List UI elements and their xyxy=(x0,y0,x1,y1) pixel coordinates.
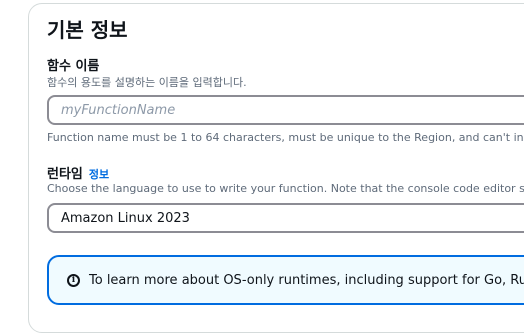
function-name-label: 함수 이름 xyxy=(47,59,100,74)
runtime-label-row: 런타임 정보 xyxy=(47,163,109,182)
function-name-input[interactable]: myFunctionName xyxy=(47,95,524,125)
alert-text: To learn more about OS-only runtimes, in… xyxy=(89,272,524,288)
info-alert: i To learn more about OS-only runtimes, … xyxy=(47,255,524,305)
runtime-description: Choose the language to use to write your… xyxy=(47,182,524,195)
function-name-description: 함수의 용도를 설명하는 이름을 입력합니다. xyxy=(47,76,247,89)
section-title: 기본 정보 xyxy=(47,18,128,42)
info-icon: i xyxy=(67,273,80,287)
runtime-select[interactable]: Amazon Linux 2023 xyxy=(47,203,524,233)
runtime-info-link[interactable]: 정보 xyxy=(89,168,109,181)
runtime-selected-value: Amazon Linux 2023 xyxy=(61,210,190,226)
function-name-constraint: Function name must be 1 to 64 characters… xyxy=(47,131,524,144)
runtime-label: 런타임 xyxy=(47,167,83,182)
function-name-placeholder: myFunctionName xyxy=(61,102,176,118)
